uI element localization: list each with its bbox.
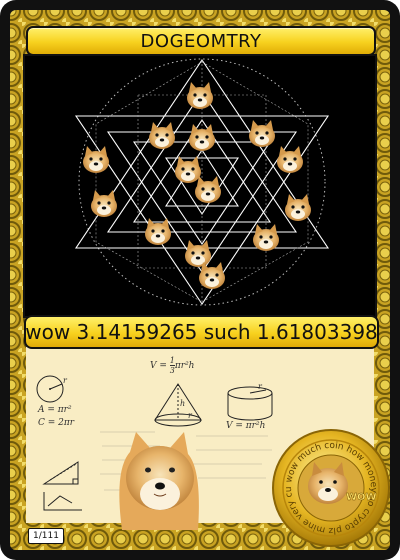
card-artwork: wow much coin how money so crypto plz mi… [0,0,400,560]
cone-volume-rhs: πr²h [174,361,195,371]
card-number: 1/111 [28,528,64,544]
cone-volume-formula: V = 1 3 πr²h [150,356,194,375]
cone-height-label: h [180,399,185,408]
cylinder-volume-formula: V = πr²h [226,421,266,431]
circle-area-formula: A = πr² [38,405,72,415]
card-title: DOGEOMTRY [140,30,262,52]
card-subtitle: wow 3.14159265 such 1.61803398 [25,320,378,344]
coin-center-text: WOW [346,492,377,503]
subtitle-banner: wow 3.14159265 such 1.61803398 [24,315,379,349]
cone-volume-lhs: V = [150,361,170,371]
title-banner: DOGEOMTRY [26,26,376,56]
trading-card: wow much coin how money so crypto plz mi… [0,0,400,560]
circumference-formula: C = 2πr [38,418,75,428]
